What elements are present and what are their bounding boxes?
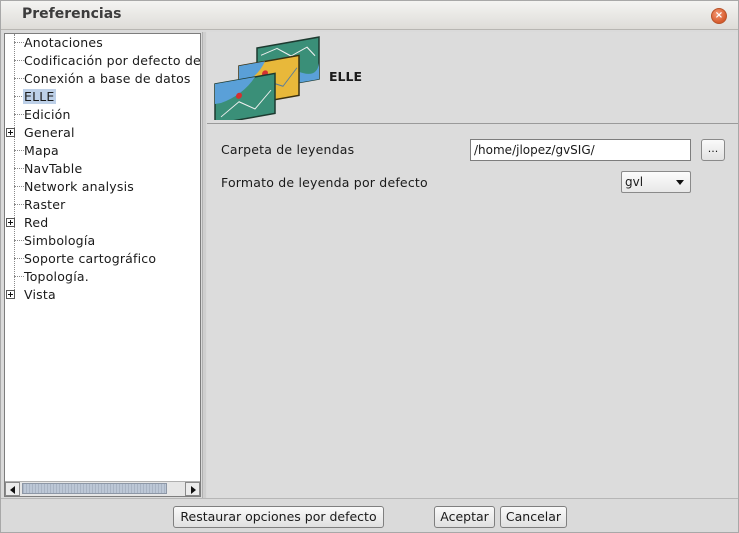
browse-folder-button[interactable]: ...	[701, 139, 725, 161]
tree-item-label: Conexión a base de datos	[24, 71, 191, 86]
legend-format-select[interactable]: gvl	[621, 171, 691, 193]
expand-plus-icon[interactable]	[6, 290, 15, 299]
chevron-down-icon	[676, 180, 684, 185]
tree-item-anotaciones[interactable]: Anotaciones	[5, 34, 200, 52]
preferences-tree: Anotaciones Codificación por defecto del C…	[5, 34, 200, 482]
close-icon[interactable]: ×	[711, 8, 727, 24]
horizontal-scrollbar[interactable]	[5, 481, 200, 496]
tree-item-label: Soporte cartográfico	[24, 251, 157, 266]
restore-defaults-button[interactable]: Restaurar opciones por defecto	[173, 506, 384, 528]
tree-item-label: Topología.	[24, 269, 89, 284]
tree-item-soporte-cartográfico[interactable]: Soporte cartográfico	[5, 250, 200, 268]
tree-item-elle[interactable]: ELLE	[5, 88, 200, 106]
page-header: ELLE	[207, 32, 738, 122]
tree-item-label: NavTable	[24, 161, 83, 176]
tree-item-topología[interactable]: Topología.	[5, 268, 200, 286]
expand-plus-icon[interactable]	[6, 128, 15, 137]
tree-item-label: Edición	[24, 107, 71, 122]
accept-button[interactable]: Aceptar	[434, 506, 495, 528]
tree-item-mapa[interactable]: Mapa	[5, 142, 200, 160]
default-legend-format-label: Formato de leyenda por defecto	[221, 175, 428, 190]
preferences-tree-panel: Anotaciones Codificación por defecto del C…	[4, 33, 201, 497]
dialog-button-bar: Restaurar opciones por defecto Aceptar C…	[1, 498, 738, 532]
tree-item-edición[interactable]: Edición	[5, 106, 200, 124]
tree-item-network-analysis[interactable]: Network analysis	[5, 178, 200, 196]
tree-item-label: Vista	[24, 287, 56, 302]
tree-item-label: Red	[24, 215, 49, 230]
layered-maps-icon	[214, 36, 320, 120]
expand-plus-icon[interactable]	[6, 218, 15, 227]
tree-item-navtable[interactable]: NavTable	[5, 160, 200, 178]
cancel-button[interactable]: Cancelar	[500, 506, 567, 528]
tree-item-label: General	[24, 125, 75, 140]
tree-item-conexión-a-base-de-datos[interactable]: Conexión a base de datos	[5, 70, 200, 88]
tree-item-raster[interactable]: Raster	[5, 196, 200, 214]
header-divider	[207, 123, 738, 124]
window-title: Preferencias	[22, 6, 122, 22]
preference-page: ELLE Carpeta de leyendas ... Formato de …	[207, 32, 738, 498]
scroll-left-icon[interactable]	[5, 482, 20, 496]
scroll-right-icon[interactable]	[185, 482, 200, 496]
tree-item-label: ELLE	[23, 89, 56, 104]
tree-item-simbología[interactable]: Simbología	[5, 232, 200, 250]
split-pane-divider[interactable]	[202, 32, 206, 498]
legend-folder-input[interactable]	[470, 139, 691, 161]
page-title: ELLE	[329, 69, 363, 84]
tree-item-red[interactable]: Red	[5, 214, 200, 232]
tree-item-label: Simbología	[24, 233, 96, 248]
legend-folder-label: Carpeta de leyendas	[221, 142, 355, 157]
tree-item-codificación-por-defecto-del[interactable]: Codificación por defecto del	[5, 52, 200, 70]
scrollbar-thumb[interactable]	[22, 483, 167, 494]
tree-item-label: Raster	[24, 197, 66, 212]
tree-item-label: Network analysis	[24, 179, 134, 194]
tree-item-label: Anotaciones	[24, 35, 104, 50]
tree-item-label: Mapa	[24, 143, 59, 158]
tree-item-general[interactable]: General	[5, 124, 200, 142]
tree-item-vista[interactable]: Vista	[5, 286, 200, 304]
legend-format-value: gvl	[625, 175, 644, 189]
tree-item-label: Codificación por defecto del	[24, 53, 201, 68]
title-bar[interactable]: Preferencias ×	[1, 1, 738, 30]
preferences-window: Preferencias × Anotaciones Codificación p…	[0, 0, 739, 533]
